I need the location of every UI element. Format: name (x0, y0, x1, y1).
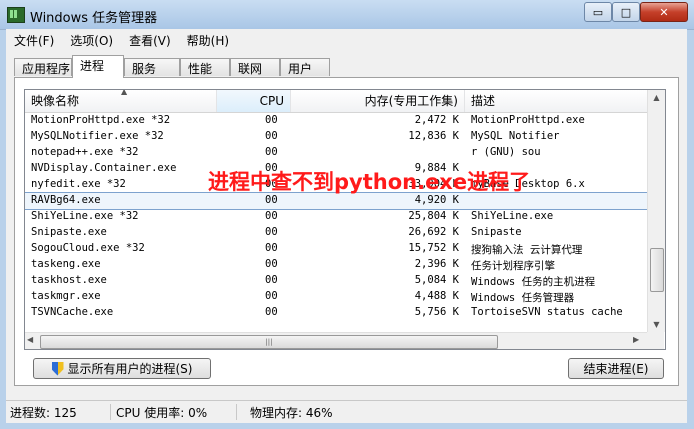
cell-image-name: taskeng.exe (31, 258, 101, 270)
cell-description: MotionProHttpd.exe (471, 114, 585, 126)
tab-processes[interactable]: 进程 (72, 55, 124, 78)
list-header: ▲ 映像名称 CPU 内存(专用工作集) 描述 (25, 90, 647, 113)
cell-description: TortoiseSVN status cache (471, 306, 623, 318)
cell-cpu: 00 (265, 290, 278, 302)
uac-shield-icon (51, 361, 64, 376)
cell-image-name: MotionProHttpd.exe *32 (31, 114, 171, 126)
maximize-button[interactable]: □ (612, 2, 640, 22)
cell-description: ShiYeLine.exe (471, 210, 554, 222)
status-process-count: 进程数: 125 (6, 404, 111, 420)
menu-help[interactable]: 帮助(H) (179, 31, 237, 49)
task-manager-icon (7, 7, 25, 23)
process-list[interactable]: ▲ 映像名称 CPU 内存(专用工作集) 描述 MotionProHttpd.e… (24, 89, 666, 350)
horizontal-scrollbar[interactable]: ◀ ||| ▶ (25, 332, 647, 349)
column-header-cpu[interactable]: CPU (217, 90, 291, 112)
cell-memory: 12,836 K (408, 130, 459, 142)
table-row[interactable]: ShiYeLine.exe *32 00 25,804 K ShiYeLine.exe (25, 209, 647, 225)
menu-bar: 文件(F) 选项(O) 查看(V) 帮助(H) (6, 31, 237, 49)
cell-image-name: TSVNCache.exe (31, 306, 114, 318)
column-header-description[interactable]: 描述 (465, 90, 647, 112)
table-row[interactable]: MySQLNotifier.exe *32 00 12,836 K MySQL Not… (25, 129, 647, 145)
scroll-up-icon[interactable]: ▲ (649, 90, 664, 105)
horizontal-scroll-thumb[interactable]: ||| (40, 335, 498, 349)
show-all-users-button[interactable]: 显示所有用户的进程(S) (33, 358, 211, 379)
cell-description: r (GNU) sou (471, 146, 541, 158)
cell-image-name: taskhost.exe (31, 274, 107, 286)
cell-image-name: NVDisplay.Container.exe (31, 162, 177, 174)
cell-memory: 5,084 K (414, 274, 459, 286)
cell-cpu: 00 (265, 242, 278, 254)
end-process-button[interactable]: 结束进程(E) (568, 358, 664, 379)
table-row[interactable]: taskmgr.exe 00 4,488 K Windows 任务管理器 (25, 289, 647, 305)
table-row[interactable]: SogouCloud.exe *32 00 15,752 K 搜狗输入法 云计算代理 (25, 241, 647, 257)
cell-description: 任务计划程序引擎 (471, 260, 555, 272)
scroll-left-icon[interactable]: ◀ (27, 335, 33, 344)
table-row[interactable]: notepad++.exe *32 00 r (GNU) sou (25, 145, 647, 161)
cell-memory: 25,804 K (408, 210, 459, 222)
cell-image-name: ShiYeLine.exe *32 (31, 210, 139, 222)
menu-view[interactable]: 查看(V) (121, 31, 179, 49)
cell-memory: 2,472 K (414, 114, 459, 126)
minimize-button[interactable]: ▭ (584, 2, 612, 22)
sort-ascending-icon: ▲ (121, 89, 128, 96)
cell-image-name: notepad++.exe *32 (31, 146, 139, 158)
column-header-name[interactable]: ▲ 映像名称 (25, 90, 217, 112)
cell-image-name: nyfedit.exe *32 (31, 178, 126, 190)
status-cpu-usage: CPU 使用率: 0% (112, 404, 237, 420)
scrollbar-corner (647, 332, 664, 349)
cell-memory: 4,488 K (414, 290, 459, 302)
cell-memory: 26,692 K (408, 226, 459, 238)
status-bar: 进程数: 125 CPU 使用率: 0% 物理内存: 46% (6, 400, 687, 423)
window-title: Windows 任务管理器 (30, 11, 158, 26)
tab-services[interactable]: 服务 (124, 58, 180, 76)
cell-image-name: RAVBg64.exe (31, 194, 101, 206)
table-row[interactable]: TSVNCache.exe 00 5,756 K TortoiseSVN status… (25, 305, 647, 321)
column-header-memory[interactable]: 内存(专用工作集) (291, 90, 465, 112)
cell-description: Snipaste (471, 226, 522, 238)
cell-cpu: 00 (265, 306, 278, 318)
client-area: 文件(F) 选项(O) 查看(V) 帮助(H) 应用程序 进程 服务 性能 联网… (6, 29, 687, 423)
cell-cpu: 00 (265, 114, 278, 126)
table-row[interactable]: MotionProHttpd.exe *32 00 2,472 K MotionPro… (25, 113, 647, 129)
cell-image-name: MySQLNotifier.exe *32 (31, 130, 164, 142)
vertical-scrollbar[interactable]: ▲ ▼ (647, 90, 665, 332)
tab-performance[interactable]: 性能 (180, 58, 230, 76)
table-row[interactable]: taskeng.exe 00 2,396 K 任务计划程序引擎 (25, 257, 647, 273)
table-row[interactable]: Snipaste.exe 00 26,692 K Snipaste (25, 225, 647, 241)
cell-cpu: 00 (265, 274, 278, 286)
cell-cpu: 00 (265, 146, 278, 158)
cell-cpu: 00 (265, 258, 278, 270)
close-button[interactable]: ✕ (640, 2, 688, 22)
cell-description: MySQL Notifier (471, 130, 560, 142)
cell-description: Windows 任务的主机进程 (471, 276, 596, 288)
cell-image-name: SogouCloud.exe *32 (31, 242, 145, 254)
annotation-text: 进程中查不到python.exe进程了 (208, 170, 531, 194)
scroll-right-icon[interactable]: ▶ (633, 335, 639, 344)
cell-cpu: 00 (265, 210, 278, 222)
tab-users[interactable]: 用户 (280, 58, 330, 76)
cell-cpu: 00 (265, 130, 278, 142)
cell-memory: 2,396 K (414, 258, 459, 270)
scroll-down-icon[interactable]: ▼ (649, 317, 664, 332)
cell-memory: 5,756 K (414, 306, 459, 318)
cell-description: Windows 任务管理器 (471, 292, 575, 304)
cell-image-name: Snipaste.exe (31, 226, 107, 238)
cell-cpu: 00 (265, 226, 278, 238)
cell-image-name: taskmgr.exe (31, 290, 101, 302)
cell-memory: 15,752 K (408, 242, 459, 254)
cell-description: 搜狗输入法 云计算代理 (471, 244, 583, 256)
vertical-scroll-thumb[interactable] (650, 248, 664, 292)
status-memory: 物理内存: 46% (250, 406, 333, 420)
title-bar: Windows 任务管理器 ▭ □ ✕ (0, 0, 694, 30)
tab-networking[interactable]: 联网 (230, 58, 280, 76)
table-row[interactable]: taskhost.exe 00 5,084 K Windows 任务的主机进程 (25, 273, 647, 289)
menu-file[interactable]: 文件(F) (6, 31, 62, 49)
tab-applications[interactable]: 应用程序 (14, 58, 72, 76)
menu-options[interactable]: 选项(O) (62, 31, 121, 49)
